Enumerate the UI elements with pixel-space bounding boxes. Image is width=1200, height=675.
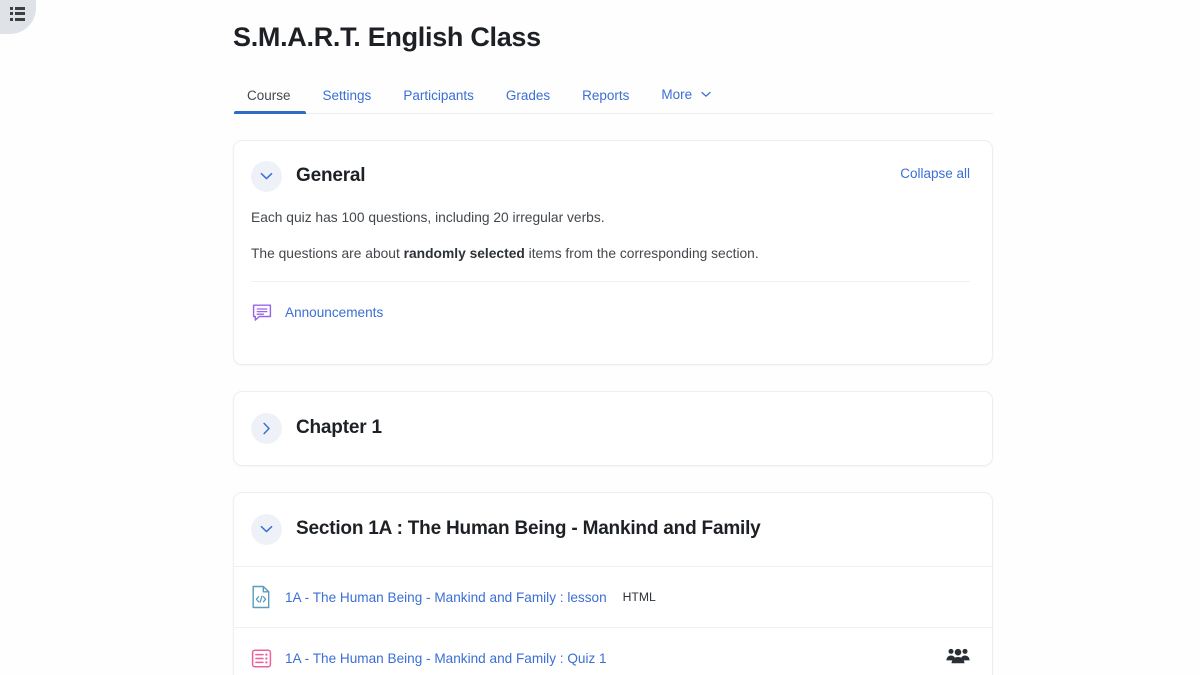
list-icon bbox=[10, 6, 25, 24]
course-nav-tabs: Course Settings Participants Grades Repo… bbox=[233, 77, 993, 114]
tab-participants-label: Participants bbox=[403, 87, 474, 103]
activity-link-lesson[interactable]: 1A - The Human Being - Mankind and Famil… bbox=[285, 590, 607, 605]
forum-icon bbox=[251, 300, 273, 325]
section-title-chapter-1: Chapter 1 bbox=[296, 417, 382, 439]
course-content-column: S.M.A.R.T. English Class Course Settings… bbox=[233, 0, 993, 675]
group-mode-icon[interactable] bbox=[946, 647, 970, 670]
summary-text: The questions are about bbox=[251, 246, 404, 261]
section-card-general: General Collapse all Each quiz has 100 q… bbox=[233, 140, 993, 365]
chevron-down-icon bbox=[701, 91, 711, 101]
activity-row-quiz: 1A - The Human Being - Mankind and Famil… bbox=[234, 627, 992, 675]
tab-settings-label: Settings bbox=[322, 87, 372, 103]
tab-settings[interactable]: Settings bbox=[307, 87, 388, 114]
section-toggle-general[interactable] bbox=[251, 161, 282, 192]
activity-type-badge: HTML bbox=[622, 590, 656, 604]
summary-text: Each quiz has 100 questions, including 2… bbox=[251, 210, 605, 225]
activity-link-quiz[interactable]: 1A - The Human Being - Mankind and Famil… bbox=[285, 651, 607, 666]
tab-more[interactable]: More bbox=[645, 88, 727, 113]
chevron-down-icon bbox=[260, 525, 273, 534]
section-summary-general: Each quiz has 100 questions, including 2… bbox=[234, 208, 992, 282]
chevron-right-icon bbox=[262, 422, 271, 435]
activity-row-lesson: 1A - The Human Being - Mankind and Famil… bbox=[234, 566, 992, 627]
tab-more-label: More bbox=[661, 87, 693, 102]
summary-text: items from the corresponding section. bbox=[524, 246, 759, 261]
activity-row-announcements: Announcements bbox=[234, 282, 992, 343]
tab-grades-label: Grades bbox=[505, 87, 551, 103]
section-toggle-chapter-1[interactable] bbox=[251, 413, 282, 444]
tab-course[interactable]: Course bbox=[233, 87, 307, 114]
summary-emphasis: randomly selected bbox=[403, 246, 525, 261]
page-root: S.M.A.R.T. English Class Course Settings… bbox=[0, 0, 1200, 675]
tab-grades[interactable]: Grades bbox=[490, 87, 566, 114]
tab-participants[interactable]: Participants bbox=[387, 87, 490, 114]
tab-course-label: Course bbox=[247, 87, 291, 103]
section-header-chapter-1: Chapter 1 bbox=[234, 392, 992, 465]
tab-reports[interactable]: Reports bbox=[566, 87, 645, 114]
section-card-chapter-1: Chapter 1 bbox=[233, 391, 993, 466]
course-index-drawer-toggle[interactable] bbox=[0, 0, 36, 34]
activity-link-announcements[interactable]: Announcements bbox=[285, 305, 383, 320]
section-title-section-1a: Section 1A : The Human Being - Mankind a… bbox=[296, 518, 761, 540]
collapse-all-link[interactable]: Collapse all bbox=[900, 166, 970, 181]
section-title-general: General bbox=[296, 165, 366, 187]
section-header-section-1a: Section 1A : The Human Being - Mankind a… bbox=[234, 493, 992, 566]
chevron-down-icon bbox=[260, 172, 273, 181]
page-html-icon bbox=[251, 585, 273, 610]
tab-reports-label: Reports bbox=[582, 87, 630, 103]
page-title: S.M.A.R.T. English Class bbox=[233, 22, 541, 52]
section-toggle-section-1a[interactable] bbox=[251, 514, 282, 545]
section-header-general: General Collapse all bbox=[234, 141, 992, 208]
summary-paragraph: Each quiz has 100 questions, including 2… bbox=[251, 208, 970, 228]
summary-paragraph: The questions are about randomly selecte… bbox=[251, 244, 970, 264]
quiz-icon bbox=[251, 646, 273, 671]
section-card-section-1a: Section 1A : The Human Being - Mankind a… bbox=[233, 492, 993, 675]
